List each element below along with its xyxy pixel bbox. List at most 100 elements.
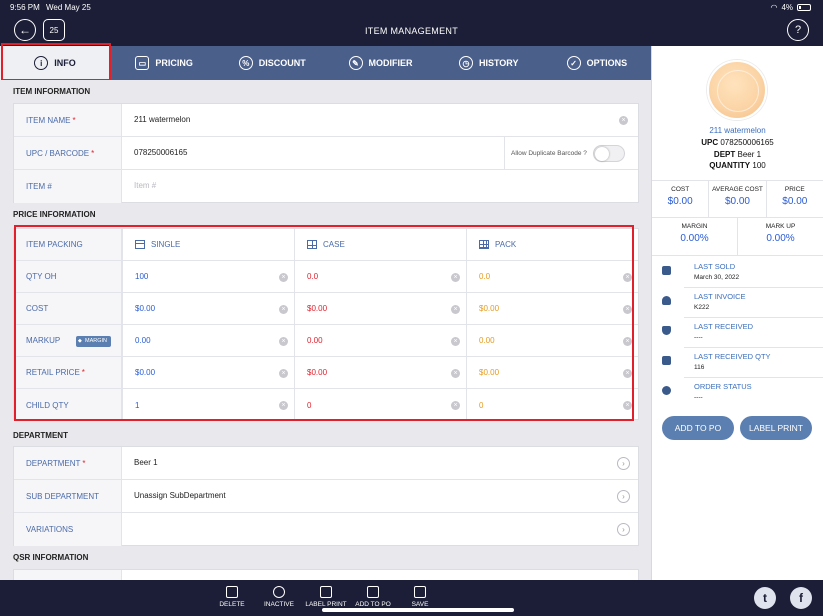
cost-single-input[interactable]: $0.00 × <box>122 293 294 324</box>
clear-icon[interactable]: × <box>279 401 288 410</box>
retail-price-case-input[interactable]: $0.00 × <box>294 357 466 388</box>
tab-label: PRICING <box>155 58 193 68</box>
clear-icon[interactable]: × <box>623 273 632 282</box>
clear-icon[interactable]: × <box>279 305 288 314</box>
variations-row[interactable]: VARIATIONS › <box>14 513 638 546</box>
stat-value: 0.00% <box>766 233 795 244</box>
inactive-button[interactable]: INACTIVE <box>254 586 304 608</box>
clear-icon[interactable]: × <box>623 369 632 378</box>
item-name-row: ITEM NAME * 211 watermelon × <box>14 104 638 137</box>
wifi-icon: ◠ <box>770 3 778 12</box>
margin-toggle-button[interactable]: MARGIN <box>76 336 111 347</box>
clear-icon[interactable]: × <box>623 305 632 314</box>
stat-markup: MARK UP 0.00% <box>738 218 823 255</box>
facebook-icon[interactable]: f <box>790 587 812 609</box>
item-number-row: ITEM # Item # <box>14 170 638 203</box>
printer-icon <box>320 586 332 598</box>
item-image[interactable] <box>707 60 767 120</box>
tab-options[interactable]: ✓ OPTIONS <box>543 46 651 80</box>
column-pack-label: PACK <box>495 240 517 249</box>
chevron-right-icon[interactable]: › <box>617 457 630 470</box>
upc-input[interactable]: 078250006165 <box>134 148 187 157</box>
cell-value: $0.00 <box>479 304 500 313</box>
chevron-right-icon[interactable]: › <box>617 490 630 503</box>
save-icon <box>414 586 426 598</box>
clear-icon[interactable]: × <box>451 305 460 314</box>
tab-discount[interactable]: % DISCOUNT <box>218 46 326 80</box>
retail-price-single-input[interactable]: $0.00 × <box>122 357 294 388</box>
markup-pack-input[interactable]: 0.00 × <box>466 325 638 356</box>
tab-label: OPTIONS <box>586 58 628 68</box>
markup-case-input[interactable]: 0.00 × <box>294 325 466 356</box>
clear-icon[interactable]: × <box>451 401 460 410</box>
price-row-label: QTY OH <box>14 261 122 292</box>
qty-oh-case-input[interactable]: 0.0 × <box>294 261 466 292</box>
clear-icon[interactable]: × <box>451 273 460 282</box>
add-to-po-toolbar-button[interactable]: ADD TO PO <box>348 586 398 608</box>
stat-label: PRICE <box>784 186 805 193</box>
clear-icon[interactable]: × <box>279 369 288 378</box>
clear-icon[interactable]: × <box>279 273 288 282</box>
save-button[interactable]: SAVE <box>395 586 445 608</box>
home-indicator <box>322 608 514 612</box>
info-value: March 30, 2022 <box>694 274 740 281</box>
department-label: DEPARTMENT * <box>14 447 122 479</box>
label-print-button[interactable]: LABEL PRINT <box>740 416 812 440</box>
cost-pack-input[interactable]: $0.00 × <box>466 293 638 324</box>
stat-label: COST <box>671 186 690 193</box>
section-qsr-information: QSR INFORMATION <box>13 553 89 562</box>
qty-oh-single-input[interactable]: 100 × <box>122 261 294 292</box>
add-to-po-button[interactable]: ADD TO PO <box>662 416 734 440</box>
price-row-label: COST <box>14 293 122 324</box>
sub-department-row[interactable]: SUB DEPARTMENT Unassign SubDepartment › <box>14 480 638 513</box>
status-right: ◠ 4% <box>770 3 811 12</box>
markup-single-input[interactable]: 0.00 × <box>122 325 294 356</box>
stat-price: PRICE $0.00 <box>767 181 823 217</box>
item-name-input[interactable]: 211 watermelon <box>134 115 190 124</box>
pricing-icon: ▭ <box>135 56 150 70</box>
child-qty-case-input[interactable]: 0 × <box>294 389 466 421</box>
status-date: Wed May 25 <box>46 3 91 12</box>
stat-value: $0.00 <box>782 196 808 207</box>
tab-history[interactable]: ◷ HISTORY <box>435 46 543 80</box>
clear-icon[interactable]: × <box>619 116 628 125</box>
item-name-label-text: ITEM NAME <box>26 115 71 125</box>
child-qty-pack-input[interactable]: 0 × <box>466 389 638 421</box>
bottom-toolbar: DELETE INACTIVE LABEL PRINT ADD TO PO SA… <box>0 580 823 616</box>
twitter-icon[interactable]: t <box>754 587 776 609</box>
retail-price-pack-input[interactable]: $0.00 × <box>466 357 638 388</box>
item-number-input[interactable]: Item # <box>134 181 156 190</box>
department-row[interactable]: DEPARTMENT * Beer 1 › <box>14 447 638 480</box>
price-row-qty-oh: QTY OH 100 × 0.0 × 0.0 × <box>14 261 638 293</box>
clear-icon[interactable]: × <box>451 369 460 378</box>
bag-icon <box>662 266 671 275</box>
upc-label: UPC / BARCODE * <box>14 137 122 169</box>
tab-pricing[interactable]: ▭ PRICING <box>110 46 218 80</box>
inactive-icon <box>273 586 285 598</box>
allow-duplicate-toggle[interactable] <box>592 144 625 162</box>
chevron-right-icon[interactable]: › <box>617 523 630 536</box>
page-title: ITEM MANAGEMENT <box>364 26 458 36</box>
cost-case-input[interactable]: $0.00 × <box>294 293 466 324</box>
last-received-qty: LAST RECEIVED QTY 116 <box>662 348 823 378</box>
qty-oh-pack-input[interactable]: 0.0 × <box>466 261 638 292</box>
clear-icon[interactable]: × <box>451 337 460 346</box>
clear-icon[interactable]: × <box>279 337 288 346</box>
child-qty-single-input[interactable]: 1 × <box>122 389 294 421</box>
cell-value: 0.00 <box>135 336 151 345</box>
stat-average-cost: AVERAGE COST $0.00 <box>709 181 767 217</box>
cell-value: $0.00 <box>479 368 500 377</box>
allow-duplicate-label: Allow Duplicate Barcode ? <box>511 149 587 157</box>
tab-label: MODIFIER <box>368 58 413 68</box>
tab-modifier[interactable]: ✎ MODIFIER <box>326 46 434 80</box>
department-value: Beer 1 <box>134 458 158 467</box>
label-print-toolbar-button[interactable]: LABEL PRINT <box>301 586 351 608</box>
help-icon[interactable]: ? <box>787 19 809 41</box>
delete-button[interactable]: DELETE <box>207 586 257 608</box>
cell-value: 0.0 <box>307 272 319 281</box>
history-icon: ◷ <box>458 56 473 70</box>
department-card: DEPARTMENT * Beer 1 › SUB DEPARTMENT Unas… <box>13 446 639 546</box>
tab-info[interactable]: i INFO <box>0 46 110 80</box>
clear-icon[interactable]: × <box>623 337 632 346</box>
clear-icon[interactable]: × <box>623 401 632 410</box>
